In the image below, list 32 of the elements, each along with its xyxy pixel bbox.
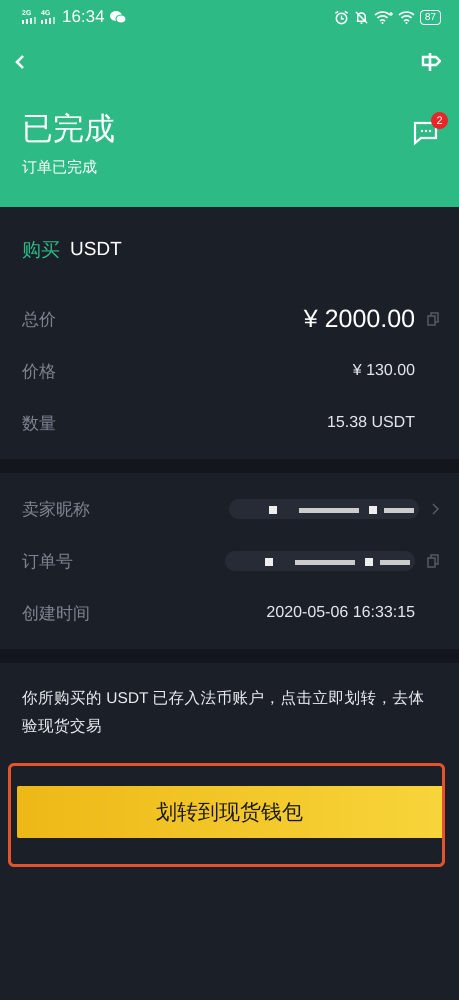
back-icon[interactable] [14, 54, 26, 70]
row-label: 创建时间 [22, 602, 90, 624]
chat-app-icon [110, 10, 126, 24]
row-label: 订单号 [22, 550, 73, 572]
row-label: 卖家昵称 [22, 498, 90, 520]
total-price: ¥ 2000.00 [304, 304, 415, 334]
row-value: 2020-05-06 16:33:15 [266, 604, 415, 622]
status-subtitle: 订单已完成 [22, 158, 98, 177]
signal-icon [41, 17, 55, 24]
asset-name: USDT [70, 239, 122, 261]
signpost-icon[interactable] [421, 52, 441, 72]
signal-icon [22, 17, 36, 24]
status-title: 已完成 [22, 110, 115, 148]
alarm-icon [334, 10, 349, 24]
row-value: 15.38 USDT [326, 414, 415, 432]
row-label: 价格 [22, 360, 56, 382]
row-label: 数量 [22, 412, 56, 434]
battery-level: 87 [420, 10, 441, 24]
unread-badge: 2 [431, 112, 448, 129]
wifi-icon [398, 10, 415, 24]
clock-time: 16:34 [62, 7, 105, 27]
wifi-icon [374, 10, 393, 24]
notice-text: 你所购买的 USDT 已存入法币账户，点击立即划转，去体验现货交易 [22, 689, 425, 737]
chevron-icon[interactable] [431, 503, 439, 515]
row-value: ¥ 130.00 [352, 362, 415, 380]
trade-side: 购买 [22, 239, 60, 263]
row-label: 总价 [22, 308, 56, 330]
chat-icon[interactable] [413, 120, 439, 146]
copy-icon[interactable] [427, 554, 439, 568]
muted-bell-icon [354, 10, 369, 24]
transfer-button[interactable]: 划转到现货钱包 [17, 786, 442, 838]
copy-icon[interactable] [427, 312, 439, 326]
